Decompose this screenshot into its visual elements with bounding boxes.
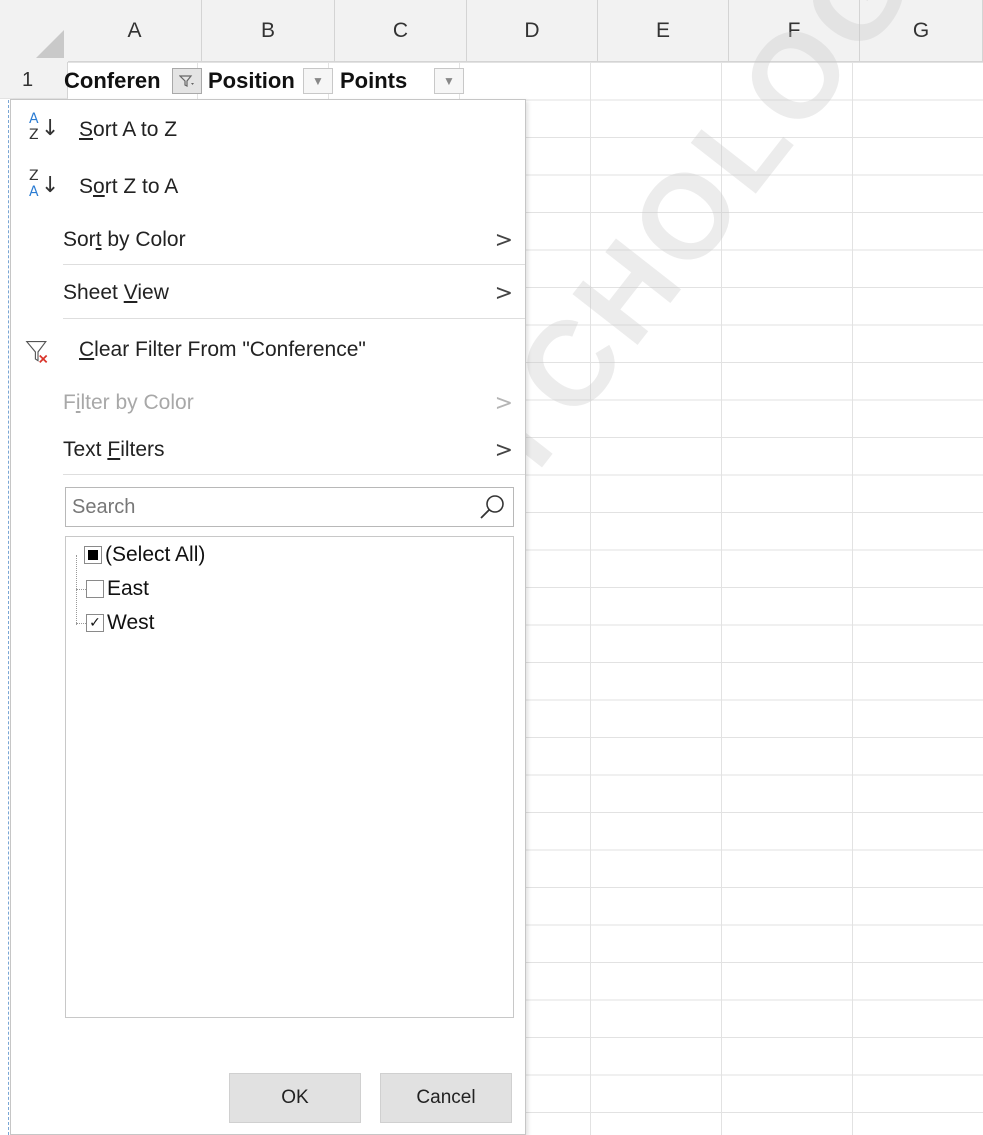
filter-by-color: Filter by Color >	[63, 390, 513, 416]
sort-by-color[interactable]: Sort by Color >	[11, 215, 525, 265]
sort-a-to-z[interactable]: A Z ↓ Sort A to Z	[11, 105, 525, 155]
clear-filter-icon	[25, 341, 48, 364]
search-icon	[480, 495, 504, 519]
dropdown-arrow-icon: ▼	[443, 74, 455, 88]
autofilter-menu: A Z ↓ Sort A to Z Z A ↓ Sort Z to A Sort…	[10, 99, 526, 1135]
sort-ascending-icon: A Z ↓	[29, 111, 60, 143]
list-item-label: West	[107, 611, 155, 634]
column-header-a[interactable]: A	[68, 0, 202, 62]
cell-c1[interactable]: Points	[340, 62, 432, 99]
menu-separator	[63, 474, 525, 475]
column-header-g[interactable]: G	[860, 0, 983, 62]
cell-a1[interactable]: Conferen	[64, 62, 174, 99]
filter-values-list[interactable]: (Select All) East ✓ West	[65, 536, 514, 1018]
ok-button[interactable]: OK	[229, 1073, 361, 1123]
filter-dropdown-a[interactable]	[172, 68, 202, 94]
selection-border	[8, 100, 9, 1135]
filter-dropdown-c[interactable]: ▼	[434, 68, 464, 94]
search-input[interactable]	[70, 488, 454, 526]
chevron-right-icon: >	[494, 280, 513, 306]
west-checkbox[interactable]: ✓	[86, 614, 104, 632]
filter-dropdown-b[interactable]: ▼	[303, 68, 333, 94]
menu-separator	[63, 318, 525, 319]
column-header-e[interactable]: E	[598, 0, 729, 62]
list-item-select-all[interactable]: (Select All)	[84, 539, 205, 571]
list-item-label: (Select All)	[105, 543, 206, 566]
row-header-1[interactable]: 1	[0, 62, 68, 99]
chevron-right-icon: >	[494, 437, 513, 463]
list-item-east[interactable]: East	[76, 573, 149, 605]
clear-filter[interactable]: Clear Filter From "Conference"	[11, 325, 525, 375]
menu-separator	[63, 264, 525, 265]
cancel-button[interactable]: Cancel	[380, 1073, 512, 1123]
dropdown-arrow-icon: ▼	[312, 74, 324, 88]
sheet-view[interactable]: Sheet View >	[11, 268, 525, 318]
filter-funnel-icon	[179, 75, 194, 87]
sort-z-to-a[interactable]: Z A ↓ Sort Z to A	[11, 162, 525, 212]
cell-b1[interactable]: Position	[208, 62, 304, 99]
column-header-d[interactable]: D	[467, 0, 598, 62]
chevron-right-icon: >	[494, 227, 513, 253]
list-item-label: East	[107, 577, 150, 600]
select-all-corner[interactable]	[0, 0, 69, 63]
list-item-west[interactable]: ✓ West	[76, 607, 154, 639]
search-field[interactable]	[65, 487, 514, 527]
chevron-right-icon: >	[494, 390, 513, 416]
column-header-c[interactable]: C	[335, 0, 467, 62]
text-filters[interactable]: Text Filters >	[11, 425, 525, 475]
east-checkbox[interactable]	[86, 580, 104, 598]
column-header-b[interactable]: B	[202, 0, 335, 62]
select-all-checkbox[interactable]	[84, 546, 102, 564]
column-header-f[interactable]: F	[729, 0, 860, 62]
sort-descending-icon: Z A ↓	[29, 168, 60, 200]
